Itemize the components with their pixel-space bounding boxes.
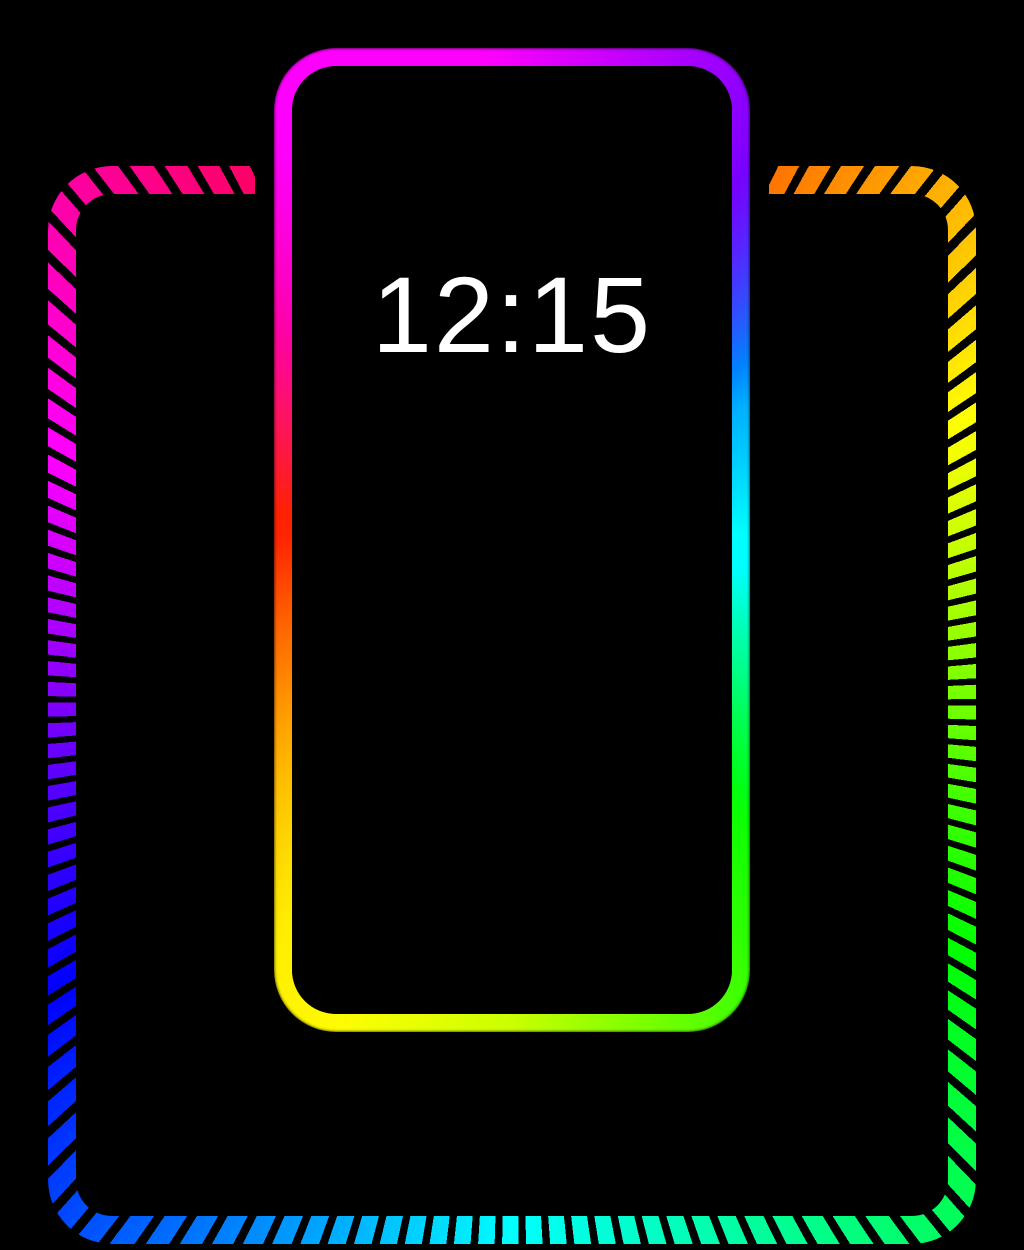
front-device-screen: 12:15 bbox=[292, 66, 732, 1014]
clock-time: 12:15 bbox=[372, 252, 652, 377]
front-device-rainbow-border: 12:15 bbox=[282, 56, 742, 1024]
